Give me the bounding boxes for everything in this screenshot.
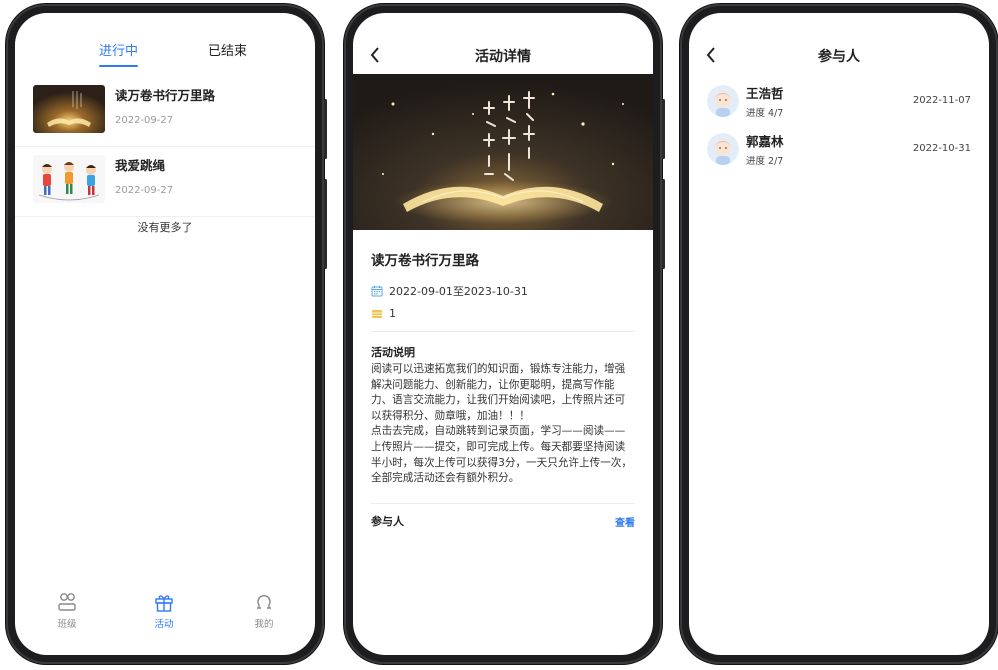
coins-icon [372, 309, 382, 318]
page-title: 活动详情 [475, 49, 531, 65]
participants-header: 参与人 [689, 41, 989, 71]
activity-title: 读万卷书行万里路 [115, 88, 216, 103]
activity-date: 2022-09-27 [115, 115, 174, 126]
detail-header: 活动详情 [353, 41, 653, 71]
participant-name: 郭嘉林 [746, 134, 784, 149]
divider [371, 503, 635, 504]
participants-row: 参与人 查看 [371, 513, 635, 533]
status-tabs: 进行中 已结束 [15, 39, 315, 69]
nav-label: 我的 [254, 619, 274, 630]
nav-item-mine[interactable]: 我的 [234, 591, 294, 630]
screen-activity-list: 进行中 已结束 读万卷书行万里路 2022-09-27 我爱跳绳 2022-09… [15, 13, 315, 655]
page-title: 参与人 [818, 49, 860, 65]
phone-participants: 参与人 王浩哲 进度 4/7 2022-11-07 郭嘉林 进度 2/7 202… [680, 4, 998, 664]
participant-date: 2022-11-07 [912, 95, 971, 106]
activity-date: 2022-09-27 [115, 185, 174, 196]
date-range-text: 2022-09-01至2023-10-31 [389, 285, 528, 298]
participant-name: 王浩哲 [746, 86, 784, 101]
screen-activity-detail: 活动详情 读万卷书行万里路 2022-09-01至2023-10-31 1 活动… [353, 13, 653, 655]
phone-activity-detail: 活动详情 读万卷书行万里路 2022-09-01至2023-10-31 1 活动… [344, 4, 665, 664]
participants-label: 参与人 [371, 515, 404, 528]
phone-activity-list: 进行中 已结束 读万卷书行万里路 2022-09-27 我爱跳绳 2022-09… [6, 4, 327, 664]
description-paragraph: 阅读可以迅速拓宽我们的知识面，锻炼专注能力，增强解决问题能力、创新能力，让你更聪… [371, 363, 626, 422]
bottom-nav: 班级 活动 我的 [15, 591, 315, 635]
nav-item-activity[interactable]: 活动 [134, 591, 194, 630]
date-range-row: 2022-09-01至2023-10-31 [371, 283, 528, 299]
participant-date: 2022-10-31 [912, 143, 971, 154]
view-participants-link[interactable]: 查看 [615, 514, 635, 529]
activity-title: 读万卷书行万里路 [371, 253, 479, 269]
gift-icon [134, 591, 194, 613]
jump-rope-kids-image [33, 155, 105, 203]
tab-ongoing[interactable]: 进行中 [99, 39, 139, 67]
description-text: 阅读可以迅速拓宽我们的知识面，锻炼专注能力，增强解决问题能力、创新能力，让你更聪… [371, 362, 635, 487]
screen-participants: 参与人 王浩哲 进度 4/7 2022-11-07 郭嘉林 进度 2/7 202… [689, 13, 989, 655]
nav-item-class[interactable]: 班级 [37, 591, 97, 630]
reading-book-image [33, 85, 105, 133]
count-row: 1 [371, 307, 396, 320]
calendar-icon [371, 286, 383, 297]
description-title: 活动说明 [371, 346, 415, 359]
participant-progress: 进度 4/7 [746, 108, 784, 119]
nav-label: 活动 [154, 619, 174, 630]
participant-progress: 进度 2/7 [746, 156, 784, 167]
avatar [707, 85, 739, 117]
tab-ended[interactable]: 已结束 [208, 39, 247, 65]
activity-item[interactable]: 读万卷书行万里路 2022-09-27 [15, 77, 315, 147]
no-more-text: 没有更多了 [137, 221, 193, 234]
participant-row[interactable]: 郭嘉林 进度 2/7 2022-10-31 [689, 129, 989, 175]
reading-book-banner [353, 74, 653, 230]
nav-label: 班级 [57, 619, 77, 630]
count-text: 1 [389, 307, 396, 320]
class-icon [37, 591, 97, 613]
participant-row[interactable]: 王浩哲 进度 4/7 2022-11-07 [689, 81, 989, 127]
divider [371, 331, 635, 332]
avatar [707, 133, 739, 165]
profile-icon [234, 591, 294, 613]
activity-item[interactable]: 我爱跳绳 2022-09-27 [15, 147, 315, 217]
description-paragraph: 点击去完成，自动跳转到记录页面，学习——阅读——上传照片——提交，即可完成上传。… [371, 425, 632, 485]
activity-title: 我爱跳绳 [115, 158, 166, 173]
